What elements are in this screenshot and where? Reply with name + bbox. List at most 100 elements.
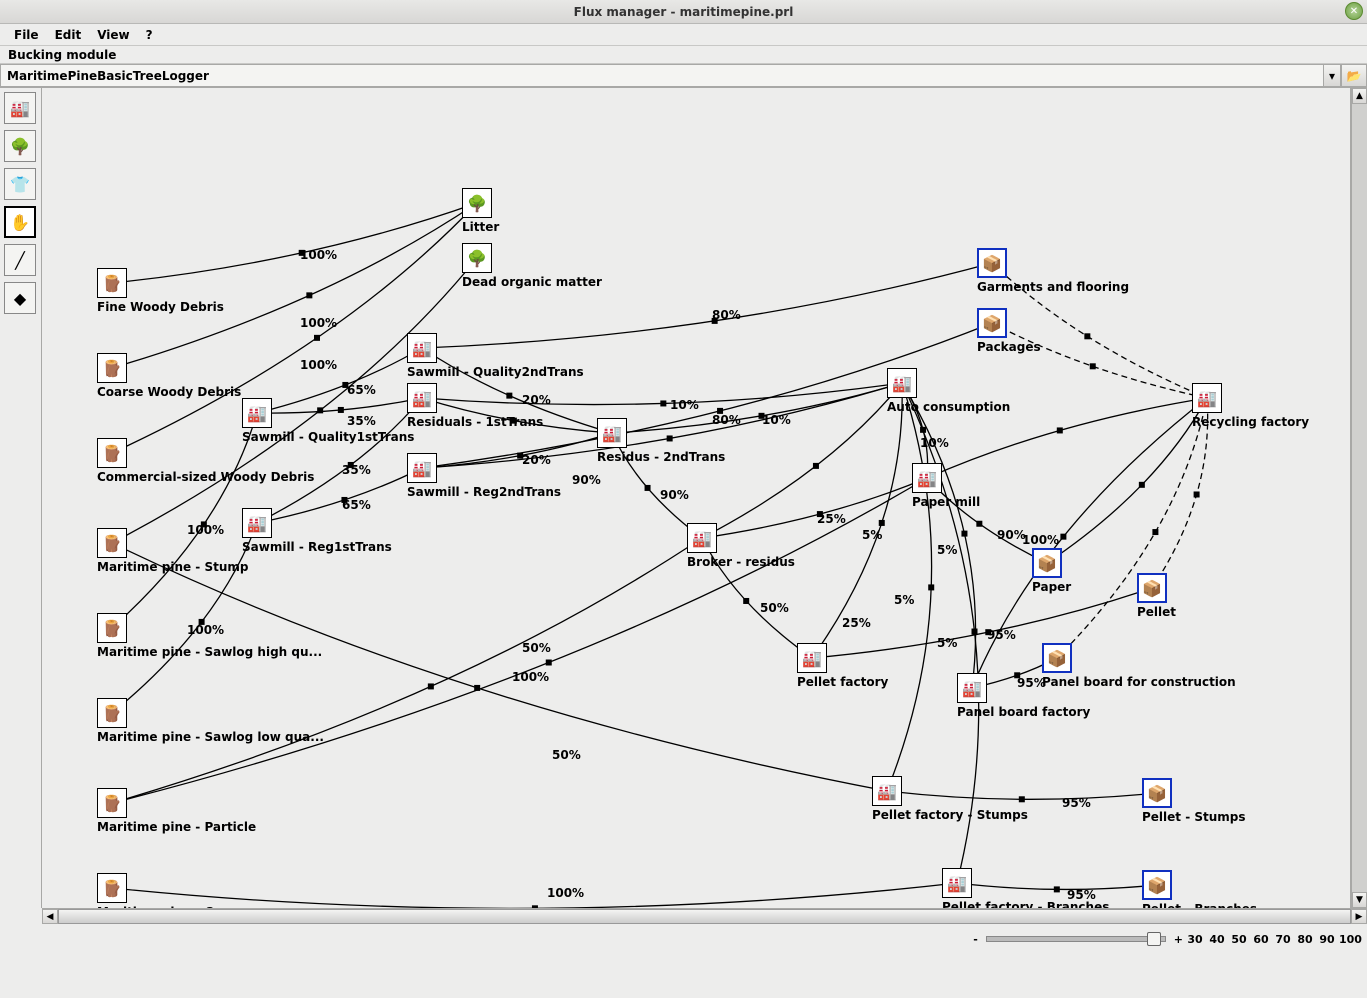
tool-point-icon[interactable]: ◆ bbox=[4, 282, 36, 314]
bucking-open-button[interactable]: 📂 bbox=[1341, 64, 1367, 87]
node-auto[interactable]: 🏭Auto consumption bbox=[887, 368, 1010, 414]
hscroll-thumb[interactable] bbox=[58, 909, 1351, 924]
node-stump[interactable]: 🪵Maritime pine - Stump bbox=[97, 528, 248, 574]
node-sawmill_q1[interactable]: 🏭Sawmill - Quality1stTrans bbox=[242, 398, 414, 444]
edge-label-broker-paper_mill: 25% bbox=[842, 616, 871, 630]
edge-label-sawlog_low-sawmill_r1: 100% bbox=[512, 670, 549, 684]
scroll-right-button[interactable]: ▶ bbox=[1351, 909, 1367, 924]
node-sawmill_q2-icon: 🏭 bbox=[407, 333, 437, 363]
node-sawlog_low-icon: 🪵 bbox=[97, 698, 127, 728]
node-sawmill_r1[interactable]: 🏭Sawmill - Reg1stTrans bbox=[242, 508, 392, 554]
node-residus2-label: Residus - 2ndTrans bbox=[597, 450, 725, 464]
edge-label-broker-auto: 50% bbox=[760, 601, 789, 615]
menu-help[interactable]: ? bbox=[138, 26, 161, 44]
edge-label-sawmill_q1-sawmill_q2: 65% bbox=[347, 383, 376, 397]
edge-label-residus2-broker: 90% bbox=[660, 488, 689, 502]
node-garments[interactable]: 📦Garments and flooring bbox=[977, 248, 1129, 294]
scroll-up-button[interactable]: ▲ bbox=[1352, 88, 1367, 104]
node-pellet_branch-icon: 📦 bbox=[1142, 870, 1172, 900]
zoom-thumb[interactable] bbox=[1147, 932, 1161, 946]
vscroll-track[interactable] bbox=[1352, 104, 1367, 892]
node-crown[interactable]: 🪵Maritime pine - Crown bbox=[97, 873, 247, 908]
menu-file[interactable]: File bbox=[6, 26, 47, 44]
edge-label-coarse_woody-litter: 100% bbox=[300, 316, 337, 330]
edge-handle[interactable] bbox=[532, 905, 538, 908]
node-dead_organic-label: Dead organic matter bbox=[462, 275, 602, 289]
node-sawlog_high-icon: 🪵 bbox=[97, 613, 127, 643]
node-crown-icon: 🪵 bbox=[97, 873, 127, 903]
tool-edge-icon[interactable]: ╱ bbox=[4, 244, 36, 276]
bucking-label-row: Bucking module bbox=[0, 46, 1367, 64]
zoom-tick-60: 60 bbox=[1251, 933, 1271, 946]
close-button[interactable]: ✕ bbox=[1345, 2, 1363, 20]
node-sawmill_q2[interactable]: 🏭 Sawmill - Quality2ndTrans bbox=[407, 333, 584, 379]
node-layer: 🌳Litter 🌳Dead organic matter 🪵Fine Woody D… bbox=[42, 88, 1347, 888]
node-sawmill_r1-icon: 🏭 bbox=[242, 508, 272, 538]
scroll-down-button[interactable]: ▼ bbox=[1352, 892, 1367, 908]
node-coarse_woody[interactable]: 🪵Coarse Woody Debris bbox=[97, 353, 241, 399]
node-auto-icon: 🏭 bbox=[887, 368, 917, 398]
node-paper[interactable]: 📦Paper bbox=[1032, 548, 1071, 594]
node-sawlog_high-label: Maritime pine - Sawlog high qu... bbox=[97, 645, 322, 659]
zoom-tick-100: 100 bbox=[1339, 933, 1359, 946]
node-fine_woody[interactable]: 🪵Fine Woody Debris bbox=[97, 268, 224, 314]
node-broker[interactable]: 🏭Broker - residus bbox=[687, 523, 795, 569]
node-pellet[interactable]: 📦Pellet bbox=[1137, 573, 1176, 619]
edge-label-sawmill_r1-residuals1: 35% bbox=[342, 463, 371, 477]
node-paper-label: Paper bbox=[1032, 580, 1071, 594]
node-residus2[interactable]: 🏭 Residus - 2ndTrans bbox=[597, 418, 725, 464]
canvas[interactable]: 🌳Litter 🌳Dead organic matter 🪵Fine Woody D… bbox=[42, 88, 1351, 908]
node-recycling[interactable]: 🏭Recycling factory bbox=[1192, 383, 1309, 429]
edge-label-pf_branches-auto: 5% bbox=[937, 543, 957, 557]
vertical-scrollbar[interactable]: ▲ ▼ bbox=[1351, 88, 1367, 908]
zoom-slider[interactable] bbox=[986, 936, 1166, 942]
node-residus2-icon: 🏭 bbox=[597, 418, 627, 448]
node-stump-label: Maritime pine - Stump bbox=[97, 560, 248, 574]
node-residuals1[interactable]: 🏭Residuals - 1stTrans bbox=[407, 383, 543, 429]
edge-label-crown-pf_branches: 100% bbox=[547, 886, 584, 900]
node-pf_branches-label: Pellet factory - Branches bbox=[942, 900, 1109, 908]
node-pellet_branch[interactable]: 📦Pellet - Branches bbox=[1142, 870, 1257, 908]
node-panel_constr-icon: 📦 bbox=[1042, 643, 1072, 673]
node-packages[interactable]: 📦Packages bbox=[977, 308, 1041, 354]
horizontal-scrollbar[interactable]: ◀ ▶ bbox=[42, 908, 1367, 924]
node-paper_mill[interactable]: 🏭Paper mill bbox=[912, 463, 980, 509]
zoom-minus[interactable]: - bbox=[973, 933, 978, 946]
edge-label-broker-pellet_factory: 25% bbox=[817, 512, 846, 526]
hscroll-track[interactable] bbox=[58, 909, 1351, 924]
node-sawmill_r2[interactable]: 🏭Sawmill - Reg2ndTrans bbox=[407, 453, 561, 499]
node-dead_organic[interactable]: 🌳Dead organic matter bbox=[462, 243, 602, 289]
node-sawlog_low-label: Maritime pine - Sawlog low qua... bbox=[97, 730, 324, 744]
node-litter[interactable]: 🌳Litter bbox=[462, 188, 499, 234]
edge-label-paper_mill-paper: 90% bbox=[997, 528, 1026, 542]
edge-label-panel_factory-auto: 5% bbox=[937, 636, 957, 650]
node-pf_stumps[interactable]: 🏭Pellet factory - Stumps bbox=[872, 776, 1028, 822]
tool-person-icon[interactable]: 👕 bbox=[4, 168, 36, 200]
menu-view[interactable]: View bbox=[89, 26, 137, 44]
bucking-dropdown-button[interactable]: ▾ bbox=[1323, 64, 1341, 87]
edge-label-pf_stumps-auto: 5% bbox=[894, 593, 914, 607]
node-sawmill_q2-label: Sawmill - Quality2ndTrans bbox=[407, 365, 584, 379]
node-pellet_stumps[interactable]: 📦Pellet - Stumps bbox=[1142, 778, 1246, 824]
node-residuals1-label: Residuals - 1stTrans bbox=[407, 415, 543, 429]
bucking-select[interactable]: MaritimePineBasicTreeLogger bbox=[0, 64, 1323, 87]
node-pellet_stumps-label: Pellet - Stumps bbox=[1142, 810, 1246, 824]
node-pellet_factory[interactable]: 🏭Pellet factory bbox=[797, 643, 888, 689]
node-commercial[interactable]: 🪵Commercial-sized Woody Debris bbox=[97, 438, 314, 484]
node-pf_branches[interactable]: 🏭Pellet factory - Branches bbox=[942, 868, 1109, 908]
node-particle[interactable]: 🪵Maritime pine - Particle bbox=[97, 788, 256, 834]
tool-tree-icon[interactable]: 🌳 bbox=[4, 130, 36, 162]
tool-palette: 🏭 🌳 👕 ✋ ╱ ◆ bbox=[0, 88, 42, 908]
tool-hand-icon[interactable]: ✋ bbox=[4, 206, 36, 238]
node-garments-label: Garments and flooring bbox=[977, 280, 1129, 294]
zoom-tick-90: 90 bbox=[1317, 933, 1337, 946]
zoom-plus[interactable]: + bbox=[1174, 933, 1183, 946]
menu-edit[interactable]: Edit bbox=[47, 26, 90, 44]
tool-log-icon[interactable]: 🏭 bbox=[4, 92, 36, 124]
window-title: Flux manager - maritimepine.prl bbox=[574, 5, 794, 19]
node-sawlog_low[interactable]: 🪵 Maritime pine - Sawlog low qua... bbox=[97, 698, 324, 744]
node-sawlog_high[interactable]: 🪵 Maritime pine - Sawlog high qu... bbox=[97, 613, 322, 659]
edge-label-fine_woody-litter: 100% bbox=[300, 248, 337, 262]
node-panel_constr[interactable]: 📦Panel board for construction bbox=[1042, 643, 1236, 689]
scroll-left-button[interactable]: ◀ bbox=[42, 909, 58, 924]
